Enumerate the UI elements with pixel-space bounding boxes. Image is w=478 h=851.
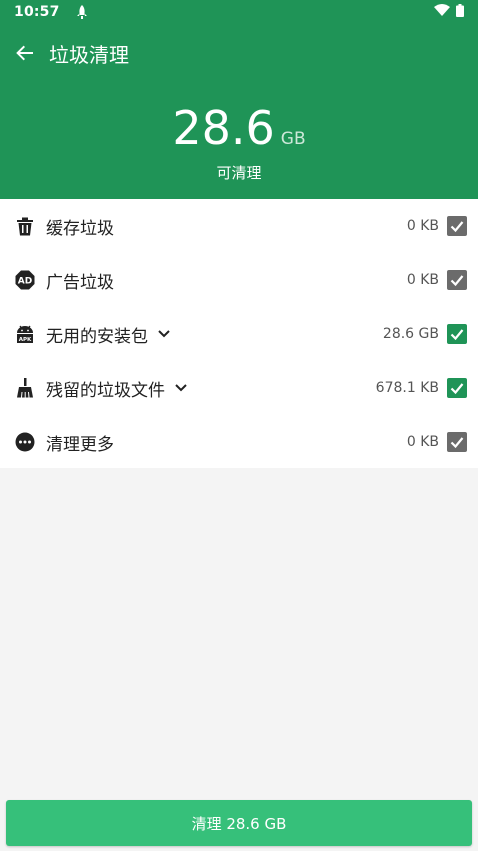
more-icon <box>15 432 35 452</box>
check-icon <box>450 221 464 233</box>
junk-item-checkbox[interactable] <box>447 432 467 452</box>
ad-icon: AD <box>15 270 35 290</box>
junk-item-cache[interactable]: 缓存垃圾 0 KB <box>0 199 478 253</box>
rocket-icon <box>76 5 88 19</box>
status-time: 10:57 <box>14 4 60 20</box>
junk-item-size: 678.1 KB <box>375 380 439 396</box>
battery-icon <box>456 3 464 21</box>
status-icons <box>434 3 464 21</box>
check-icon <box>450 383 464 395</box>
svg-text:APK: APK <box>19 337 32 343</box>
junk-item-residual[interactable]: 残留的垃圾文件 678.1 KB <box>0 361 478 415</box>
junk-size: 28.6 GB <box>0 100 478 156</box>
junk-size-caption: 可清理 <box>216 164 262 182</box>
junk-item-label: 缓存垃圾 <box>46 218 114 239</box>
clean-button-label: 清理 28.6 GB <box>191 814 287 833</box>
junk-item-size: 28.6 GB <box>382 326 439 342</box>
broom-icon <box>15 378 35 398</box>
junk-item-label: 广告垃圾 <box>46 272 114 293</box>
wifi-icon <box>434 4 450 20</box>
junk-item-size: 0 KB <box>406 434 439 450</box>
toolbar: 垃圾清理 <box>0 34 478 72</box>
back-button[interactable] <box>13 41 37 65</box>
chevron-down-icon[interactable] <box>175 384 187 392</box>
chevron-down-icon[interactable] <box>158 330 170 338</box>
junk-item-checkbox[interactable] <box>447 270 467 290</box>
check-icon <box>450 329 464 341</box>
page-title: 垃圾清理 <box>49 42 129 67</box>
junk-item-label: 清理更多 <box>46 434 114 455</box>
junk-size-value: 28.6 <box>172 101 275 155</box>
junk-size-unit: GB <box>280 129 306 149</box>
check-icon <box>450 437 464 449</box>
junk-item-size: 0 KB <box>406 218 439 234</box>
svg-text:AD: AD <box>18 277 32 287</box>
junk-item-label: 无用的安装包 <box>46 326 148 347</box>
junk-item-more[interactable]: 清理更多 0 KB <box>0 415 478 469</box>
clean-button[interactable]: 清理 28.6 GB <box>6 800 472 846</box>
android-apk-icon: APK <box>15 324 35 344</box>
junk-item-ads[interactable]: AD 广告垃圾 0 KB <box>0 253 478 307</box>
arrow-left-icon <box>16 45 33 61</box>
trash-icon <box>15 216 35 236</box>
junk-item-apk[interactable]: APK 无用的安装包 28.6 GB <box>0 307 478 361</box>
junk-item-size: 0 KB <box>406 272 439 288</box>
status-bar: 10:57 <box>0 0 478 24</box>
junk-item-checkbox[interactable] <box>447 324 467 344</box>
junk-item-label: 残留的垃圾文件 <box>46 380 165 401</box>
junk-category-list: 缓存垃圾 0 KB AD 广告垃圾 0 KB APK 无用的安装包 28.6 G… <box>0 199 478 468</box>
junk-item-checkbox[interactable] <box>447 216 467 236</box>
junk-item-checkbox[interactable] <box>447 378 467 398</box>
check-icon <box>450 275 464 287</box>
header: 10:57 垃圾清理 28.6 GB 可清理 <box>0 0 478 199</box>
